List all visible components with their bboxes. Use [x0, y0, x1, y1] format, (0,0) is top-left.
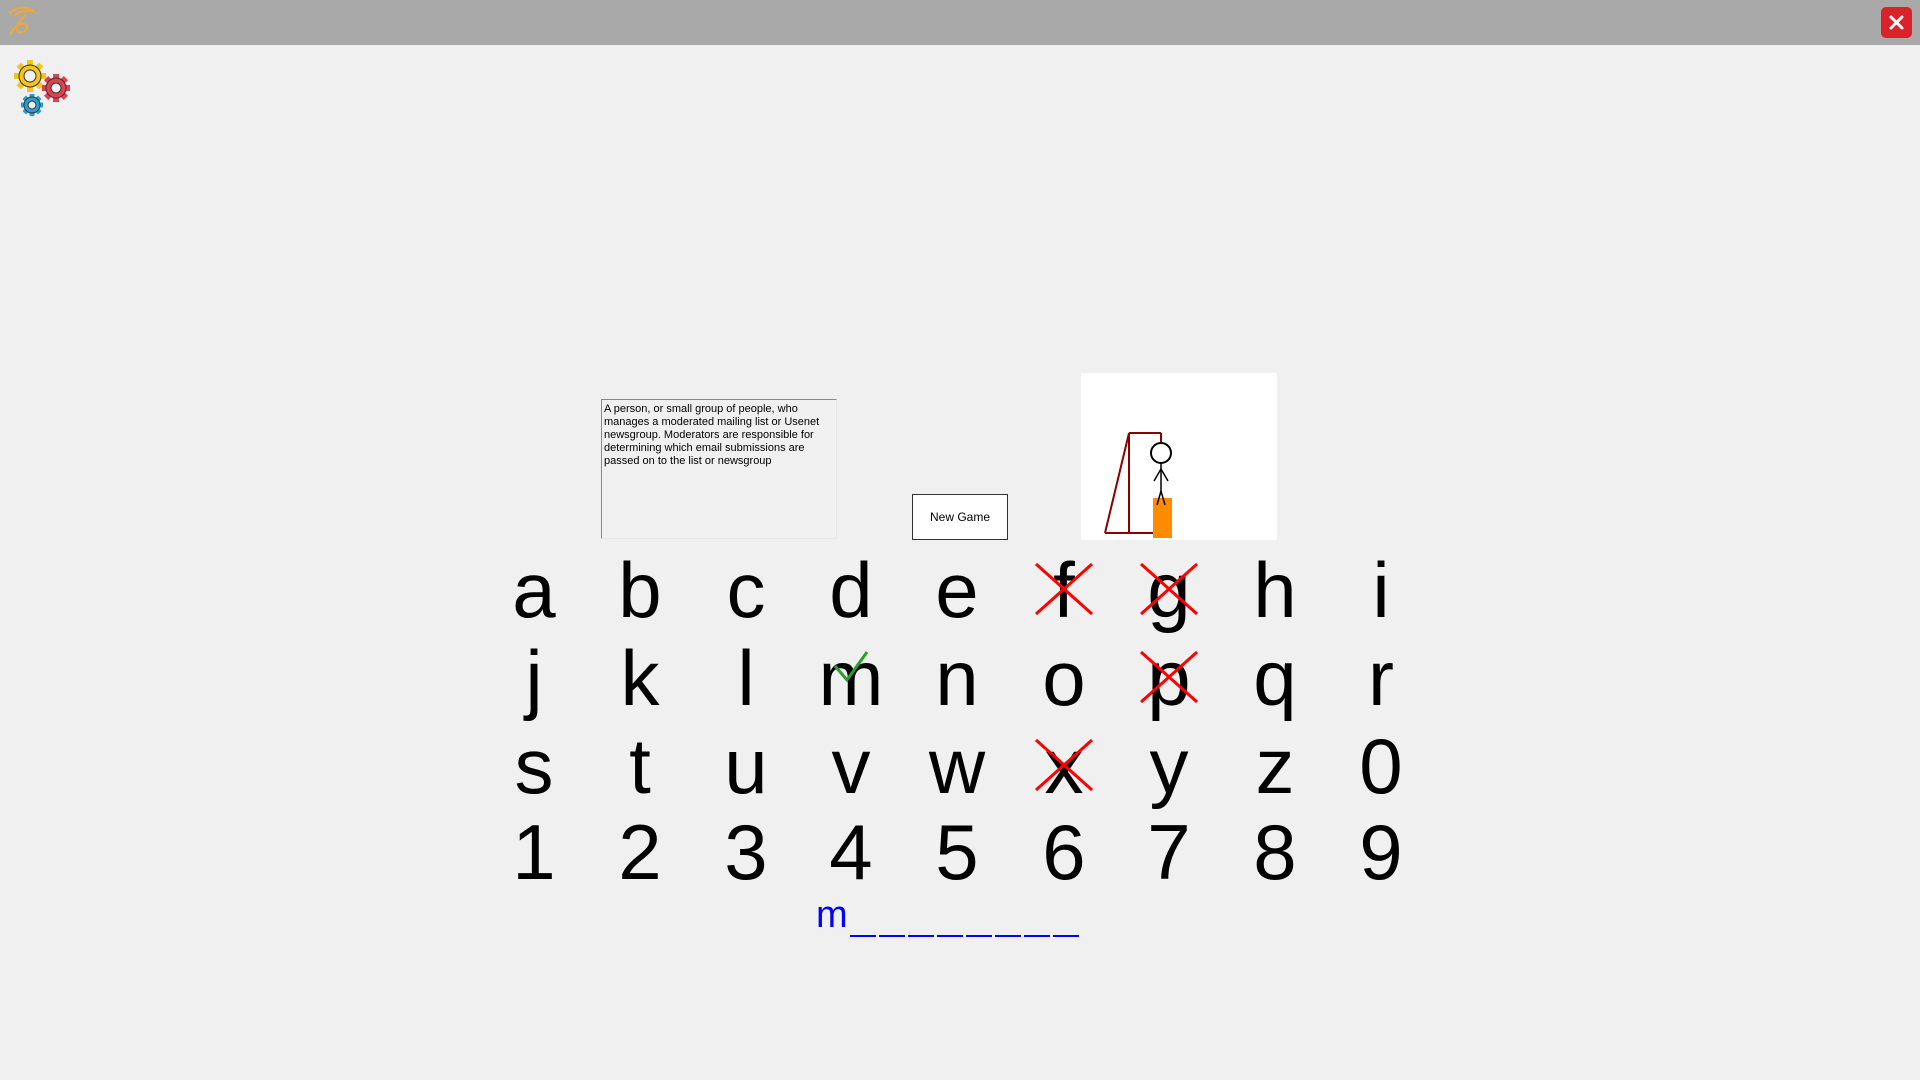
letter-key-label: 4 [829, 808, 873, 896]
letter-key-0[interactable]: 0 [1341, 724, 1421, 808]
letter-key-label: n [935, 634, 979, 722]
letter-key-label: d [829, 546, 873, 634]
letter-key-m[interactable]: m [811, 636, 891, 720]
letter-key-label: m [818, 634, 884, 722]
revealed-letters: m [816, 894, 850, 936]
letter-key-b[interactable]: b [600, 548, 680, 632]
letter-key-y[interactable]: y [1129, 724, 1209, 808]
hangman-drawing [1081, 373, 1277, 540]
letter-key-5[interactable]: 5 [917, 810, 997, 894]
letter-key-7[interactable]: 7 [1129, 810, 1209, 894]
letter-key-label: z [1255, 722, 1295, 810]
letter-key-t[interactable]: t [600, 724, 680, 808]
letter-key-a[interactable]: a [494, 548, 574, 632]
letter-blank [1052, 895, 1079, 937]
letter-key-i[interactable]: i [1341, 548, 1421, 632]
letter-key-q[interactable]: q [1235, 636, 1315, 720]
letter-blank [1023, 895, 1050, 937]
letter-blank [878, 895, 905, 937]
letter-key-o[interactable]: o [1024, 636, 1104, 720]
letter-key-label: 3 [724, 808, 768, 896]
letter-key-label: 8 [1253, 808, 1297, 896]
letter-key-n[interactable]: n [917, 636, 997, 720]
letter-key-label: j [525, 634, 543, 722]
letter-key-label: v [831, 722, 871, 810]
new-game-button[interactable]: New Game [912, 494, 1008, 540]
title-bar [0, 0, 1920, 45]
letter-key-label: e [935, 546, 979, 634]
letter-key-e[interactable]: e [917, 548, 997, 632]
letter-key-label: w [928, 722, 986, 810]
letter-key-label: 1 [512, 808, 556, 896]
letter-blank [907, 895, 934, 937]
letter-key-j[interactable]: j [494, 636, 574, 720]
letter-key-label: 7 [1147, 808, 1191, 896]
letter-key-label: g [1147, 546, 1191, 634]
close-icon [1889, 15, 1904, 30]
letter-key-6[interactable]: 6 [1024, 810, 1104, 894]
letter-key-label: s [514, 722, 554, 810]
letter-key-g[interactable]: g [1129, 548, 1209, 632]
letter-key-label: o [1042, 634, 1086, 722]
letter-key-label: 5 [935, 808, 979, 896]
letter-key-label: 6 [1042, 808, 1086, 896]
feather-logo-icon [9, 6, 37, 35]
hint-textbox[interactable]: A person, or small group of people, who … [601, 399, 837, 539]
letter-key-label: 2 [618, 808, 662, 896]
word-progress: m [816, 894, 1082, 937]
letter-key-label: y [1149, 722, 1189, 810]
letter-key-z[interactable]: z [1235, 724, 1315, 808]
letter-key-label: f [1053, 546, 1075, 634]
letter-key-r[interactable]: r [1341, 636, 1421, 720]
letter-key-s[interactable]: s [494, 724, 574, 808]
letter-key-9[interactable]: 9 [1341, 810, 1421, 894]
close-button[interactable] [1881, 7, 1912, 38]
letter-key-d[interactable]: d [811, 548, 891, 632]
letter-key-label: b [618, 546, 662, 634]
letter-keyboard: abcdefghi jklmnopqr stuvwxyz0 123456789 [494, 548, 1418, 900]
letter-key-label: u [724, 722, 768, 810]
letter-key-label: p [1147, 634, 1191, 722]
word-blanks [849, 894, 1082, 937]
letter-key-label: k [620, 634, 660, 722]
letter-key-w[interactable]: w [917, 724, 997, 808]
letter-key-2[interactable]: 2 [600, 810, 680, 894]
letter-key-label: r [1368, 634, 1394, 722]
letter-blank [849, 895, 876, 937]
letter-blank [965, 895, 992, 937]
letter-key-1[interactable]: 1 [494, 810, 574, 894]
gears-settings-icon[interactable] [10, 55, 76, 121]
letter-key-h[interactable]: h [1235, 548, 1315, 632]
letter-key-f[interactable]: f [1024, 548, 1104, 632]
letter-key-4[interactable]: 4 [811, 810, 891, 894]
letter-blank [936, 895, 963, 937]
letter-key-label: x [1044, 722, 1084, 810]
letter-key-l[interactable]: l [706, 636, 786, 720]
letter-blank [994, 895, 1021, 937]
letter-key-x[interactable]: x [1024, 724, 1104, 808]
letter-key-label: t [629, 722, 651, 810]
letter-key-u[interactable]: u [706, 724, 786, 808]
letter-key-v[interactable]: v [811, 724, 891, 808]
letter-key-3[interactable]: 3 [706, 810, 786, 894]
letter-key-p[interactable]: p [1129, 636, 1209, 720]
letter-key-k[interactable]: k [600, 636, 680, 720]
letter-key-8[interactable]: 8 [1235, 810, 1315, 894]
letter-key-label: l [737, 634, 755, 722]
letter-key-label: h [1253, 546, 1297, 634]
letter-key-label: 0 [1359, 722, 1403, 810]
letter-key-label: c [726, 546, 766, 634]
letter-key-label: a [512, 546, 556, 634]
stick-figure [1150, 442, 1172, 506]
letter-key-label: i [1372, 546, 1390, 634]
letter-key-c[interactable]: c [706, 548, 786, 632]
stand-block [1153, 498, 1172, 538]
letter-key-label: 9 [1359, 808, 1403, 896]
letter-key-label: q [1253, 634, 1297, 722]
